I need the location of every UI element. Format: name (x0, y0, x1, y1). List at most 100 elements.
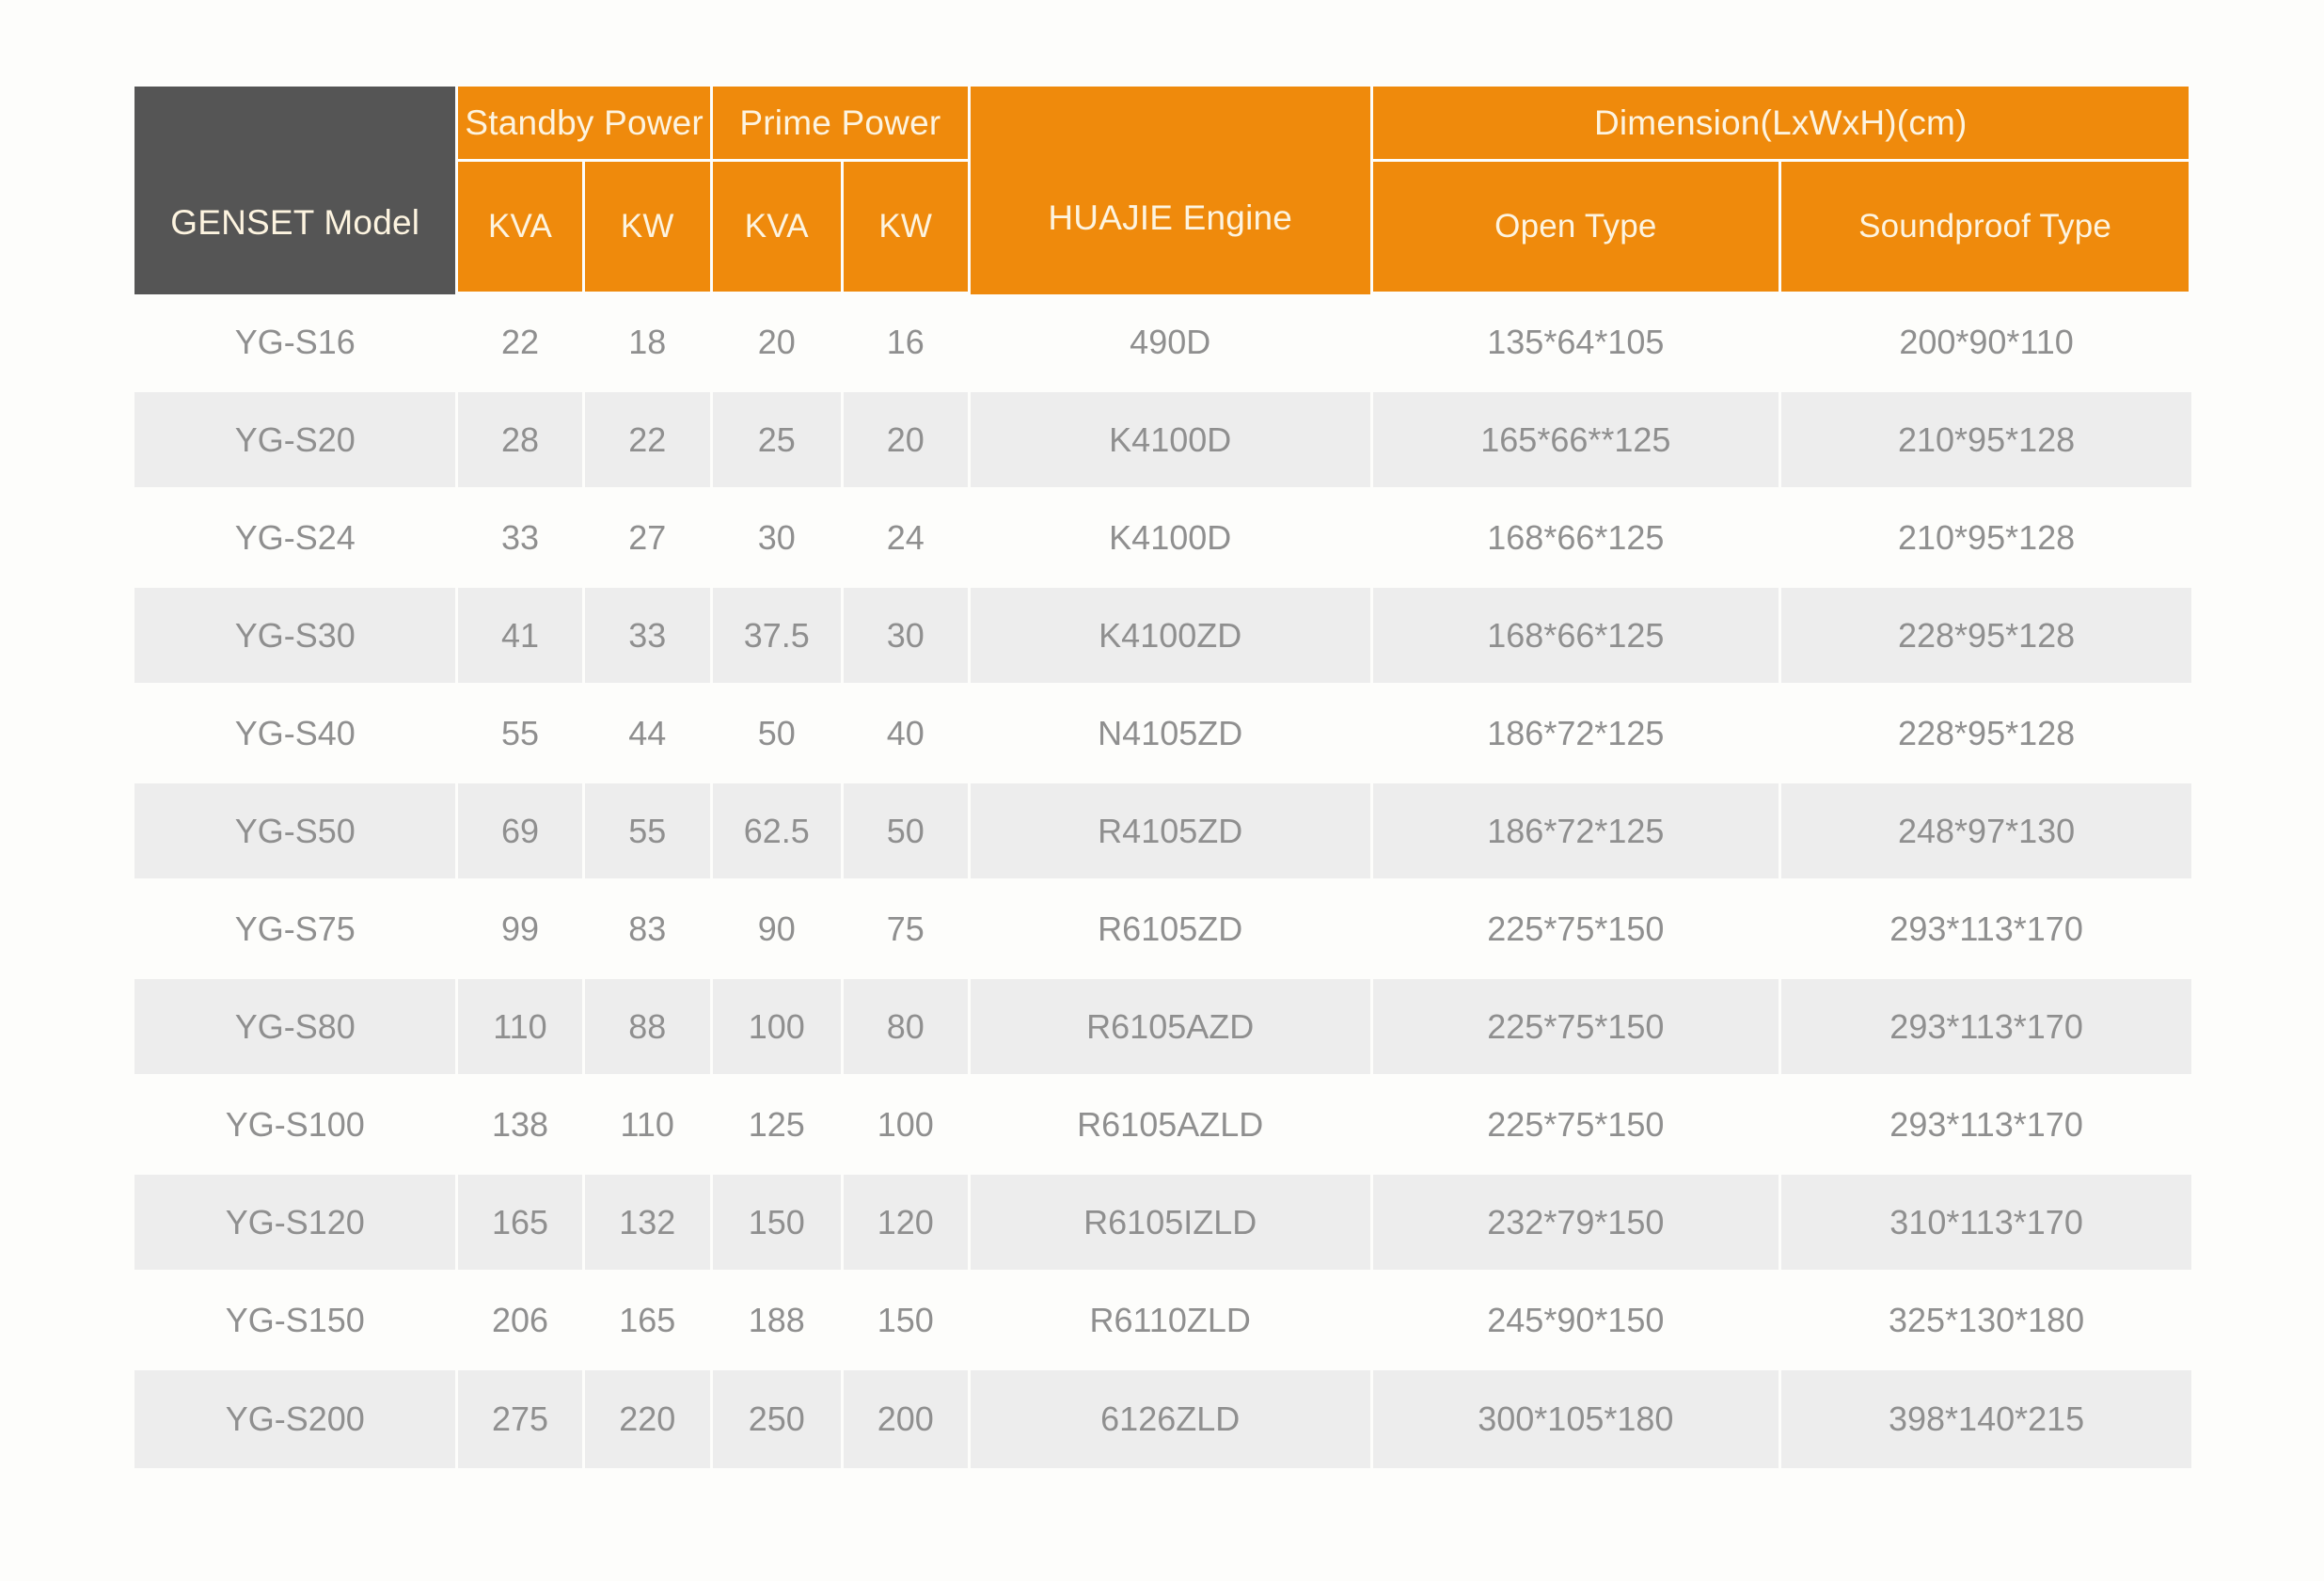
cell-model: YG-S40 (134, 686, 459, 783)
cell-model: YG-S75 (134, 881, 459, 979)
cell-soundproof-type: 200*90*110 (1781, 294, 2191, 392)
header-standby-power: Standby Power (458, 87, 713, 162)
cell-engine: N4105ZD (970, 686, 1373, 783)
header-open-type: Open Type (1372, 162, 1782, 294)
cell-standby-kw: 110 (584, 1077, 713, 1175)
cell-engine: R6105ZD (970, 881, 1373, 979)
table-row: YG-S80 110 88 100 80 R6105AZD 225*75*150 293*11… (134, 979, 2191, 1077)
cell-model: YG-S100 (134, 1077, 459, 1175)
cell-model: YG-S80 (134, 979, 459, 1077)
cell-prime-kw: 30 (843, 588, 971, 686)
cell-open-type: 168*66*125 (1372, 490, 1782, 588)
cell-prime-kw: 200 (843, 1370, 971, 1468)
cell-standby-kw: 55 (584, 783, 713, 881)
table-row: YG-S120 165 132 150 120 R6105IZLD 232*79*150 31… (134, 1175, 2191, 1273)
cell-prime-kw: 20 (843, 392, 971, 490)
cell-open-type: 186*72*125 (1372, 686, 1782, 783)
cell-standby-kva: 99 (458, 881, 585, 979)
cell-standby-kva: 33 (458, 490, 585, 588)
cell-standby-kva: 28 (458, 392, 585, 490)
cell-standby-kw: 88 (584, 979, 713, 1077)
genset-specification-table: GENSET Model Standby Power Prime Power H… (134, 87, 2191, 1468)
cell-standby-kw: 83 (584, 881, 713, 979)
cell-soundproof-type: 228*95*128 (1781, 588, 2191, 686)
cell-open-type: 232*79*150 (1372, 1175, 1782, 1273)
cell-standby-kva: 41 (458, 588, 585, 686)
page-root: GENSET Model Standby Power Prime Power H… (0, 0, 2324, 1581)
table-row: YG-S100 138 110 125 100 R6105AZLD 225*75*150 29… (134, 1077, 2191, 1175)
cell-open-type: 135*64*105 (1372, 294, 1782, 392)
cell-standby-kva: 165 (458, 1175, 585, 1273)
cell-prime-kva: 188 (712, 1273, 844, 1370)
header-prime-power: Prime Power (712, 87, 971, 162)
header-genset-model: GENSET Model (134, 87, 459, 294)
cell-prime-kva: 100 (712, 979, 844, 1077)
cell-standby-kva: 138 (458, 1077, 585, 1175)
cell-engine: K4100D (970, 490, 1373, 588)
cell-model: YG-S20 (134, 392, 459, 490)
cell-prime-kva: 37.5 (712, 588, 844, 686)
table-row: YG-S16 22 18 20 16 490D 135*64*105 200*90*110 (134, 294, 2191, 392)
cell-soundproof-type: 228*95*128 (1781, 686, 2191, 783)
cell-open-type: 225*75*150 (1372, 1077, 1782, 1175)
cell-prime-kw: 150 (843, 1273, 971, 1370)
cell-standby-kw: 44 (584, 686, 713, 783)
cell-model: YG-S200 (134, 1370, 459, 1468)
cell-soundproof-type: 293*113*170 (1781, 881, 2191, 979)
table-row: YG-S200 275 220 250 200 6126ZLD 300*105*180 398… (134, 1370, 2191, 1468)
table-body: YG-S16 22 18 20 16 490D 135*64*105 200*90*110 YG… (134, 294, 2191, 1468)
cell-prime-kva: 20 (712, 294, 844, 392)
cell-prime-kva: 62.5 (712, 783, 844, 881)
table-row: YG-S30 41 33 37.5 30 K4100ZD 168*66*125 228*95*… (134, 588, 2191, 686)
cell-prime-kw: 24 (843, 490, 971, 588)
cell-standby-kw: 18 (584, 294, 713, 392)
table-row: YG-S150 206 165 188 150 R6110ZLD 245*90*150 325… (134, 1273, 2191, 1370)
cell-model: YG-S16 (134, 294, 459, 392)
header-prime-kw: KW (843, 162, 971, 294)
cell-standby-kva: 206 (458, 1273, 585, 1370)
cell-engine: R6105AZD (970, 979, 1373, 1077)
cell-prime-kw: 50 (843, 783, 971, 881)
table-row: YG-S20 28 22 25 20 K4100D 165*66**125 210*95*12… (134, 392, 2191, 490)
cell-open-type: 245*90*150 (1372, 1273, 1782, 1370)
cell-engine: 6126ZLD (970, 1370, 1373, 1468)
header-dimension: Dimension(LxWxH)(cm) (1372, 87, 2191, 162)
cell-soundproof-type: 325*130*180 (1781, 1273, 2191, 1370)
cell-engine: 490D (970, 294, 1373, 392)
header-prime-kva: KVA (712, 162, 844, 294)
table-row: YG-S40 55 44 50 40 N4105ZD 186*72*125 228*95*12… (134, 686, 2191, 783)
cell-prime-kva: 50 (712, 686, 844, 783)
cell-soundproof-type: 293*113*170 (1781, 1077, 2191, 1175)
table-row: YG-S24 33 27 30 24 K4100D 168*66*125 210*95*128 (134, 490, 2191, 588)
cell-soundproof-type: 310*113*170 (1781, 1175, 2191, 1273)
table-row: YG-S75 99 83 90 75 R6105ZD 225*75*150 293*113*1… (134, 881, 2191, 979)
cell-standby-kva: 22 (458, 294, 585, 392)
cell-prime-kva: 90 (712, 881, 844, 979)
cell-prime-kw: 16 (843, 294, 971, 392)
cell-standby-kw: 27 (584, 490, 713, 588)
cell-standby-kva: 110 (458, 979, 585, 1077)
cell-standby-kw: 22 (584, 392, 713, 490)
cell-prime-kva: 30 (712, 490, 844, 588)
cell-prime-kw: 100 (843, 1077, 971, 1175)
cell-prime-kva: 150 (712, 1175, 844, 1273)
cell-model: YG-S150 (134, 1273, 459, 1370)
cell-prime-kw: 80 (843, 979, 971, 1077)
table-header: GENSET Model Standby Power Prime Power H… (134, 87, 2191, 294)
cell-soundproof-type: 248*97*130 (1781, 783, 2191, 881)
cell-prime-kva: 125 (712, 1077, 844, 1175)
cell-prime-kw: 75 (843, 881, 971, 979)
cell-prime-kw: 120 (843, 1175, 971, 1273)
header-standby-kw: KW (584, 162, 713, 294)
cell-open-type: 225*75*150 (1372, 979, 1782, 1077)
cell-model: YG-S50 (134, 783, 459, 881)
cell-standby-kva: 69 (458, 783, 585, 881)
cell-open-type: 165*66**125 (1372, 392, 1782, 490)
cell-standby-kw: 220 (584, 1370, 713, 1468)
cell-model: YG-S30 (134, 588, 459, 686)
cell-prime-kva: 25 (712, 392, 844, 490)
cell-engine: K4100ZD (970, 588, 1373, 686)
cell-open-type: 186*72*125 (1372, 783, 1782, 881)
cell-prime-kva: 250 (712, 1370, 844, 1468)
cell-soundproof-type: 210*95*128 (1781, 490, 2191, 588)
